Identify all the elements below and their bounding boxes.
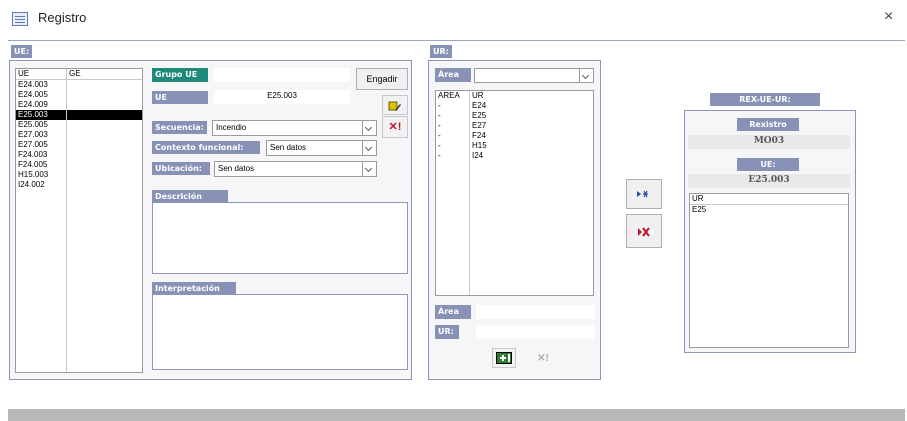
ur-list[interactable]: AREA UR - E24 - E25 - E27 - F24 - H15 - I24 <box>435 90 594 296</box>
grupo-ue-label: Grupo UE <box>152 68 208 82</box>
ue-list-row[interactable]: H15.003 <box>16 170 142 180</box>
secuencia-combo[interactable]: Incendio <box>212 120 377 136</box>
ue-list-row-selected[interactable]: E25.003 <box>16 110 142 120</box>
secuencia-label: Secuencia: <box>152 121 207 134</box>
ue-list-row[interactable]: E24.003 <box>16 80 142 90</box>
ur-list-header: AREA UR <box>436 91 593 101</box>
ue-list-row[interactable]: E27.005 <box>16 140 142 150</box>
ubicacion-label: Ubicación: <box>152 162 210 175</box>
ur-row-ur: E27 <box>472 121 487 130</box>
delete-ue-button[interactable]: ✕! <box>382 116 408 138</box>
ur-col-header: UR <box>472 91 484 100</box>
engadir-button[interactable]: Engadir <box>356 68 408 90</box>
ur-header: UR: <box>430 45 452 58</box>
delete-icon-disabled: ✕! <box>537 353 549 364</box>
remove-link-button[interactable] <box>626 214 662 248</box>
ur-area-combo[interactable] <box>474 68 594 83</box>
ur-bottom-area-field[interactable] <box>476 305 594 319</box>
title-bar <box>0 0 907 40</box>
descricion-textarea[interactable] <box>152 202 408 274</box>
rex-ur-col-header: UR <box>690 194 848 205</box>
add-icon <box>496 352 512 364</box>
title-divider <box>8 40 905 41</box>
secuencia-value: Incendio <box>216 123 247 132</box>
ue-list[interactable]: UE GE E24.003 E24.005 E24.009 E25.003 E2… <box>15 68 143 373</box>
area-col-header: AREA <box>438 91 460 100</box>
chevron-down-icon[interactable] <box>362 162 376 176</box>
ur-row-ur: E25 <box>472 111 487 120</box>
ur-row-ur: E24 <box>472 101 487 110</box>
ur-list-row[interactable]: - I24 <box>436 151 593 161</box>
ur-row-area: - <box>438 141 441 150</box>
ubicacion-value: Sen datos <box>218 164 255 173</box>
ue-header: UE: <box>11 45 33 58</box>
ur-row-area: - <box>438 101 441 110</box>
ubicacion-combo[interactable]: Sen datos <box>214 161 377 177</box>
contexto-funcional-value: Sen datos <box>270 143 307 152</box>
chevron-down-icon[interactable] <box>362 141 376 155</box>
add-ur-button[interactable] <box>492 348 516 368</box>
ue-list-row[interactable]: F24.003 <box>16 150 142 160</box>
ue-list-header: UE GE <box>16 69 142 80</box>
ue-list-row[interactable]: E24.009 <box>16 100 142 110</box>
contexto-funcional-label: Contexto funcional: <box>152 141 260 154</box>
ue-field-label: UE <box>152 91 208 104</box>
ur-row-ur: I24 <box>472 151 484 160</box>
ur-row-area: - <box>438 121 441 130</box>
rex-ur-list[interactable]: UR E25 <box>689 193 849 348</box>
delete-record-icon <box>638 227 650 237</box>
ue-list-row[interactable]: E24.005 <box>16 90 142 100</box>
ue-list-row[interactable]: E27.003 <box>16 130 142 140</box>
ur-list-row[interactable]: - F24 <box>436 131 593 141</box>
delete-ur-button[interactable]: ✕! <box>532 350 554 368</box>
ur-row-area: - <box>438 151 441 160</box>
edit-button[interactable] <box>382 95 408 115</box>
contexto-funcional-combo[interactable]: Sen datos <box>266 140 377 156</box>
chevron-down-icon[interactable] <box>579 69 593 82</box>
ur-row-area: - <box>438 131 441 140</box>
delete-icon: ✕! <box>388 121 402 133</box>
ur-list-row[interactable]: - E25 <box>436 111 593 121</box>
window-title: Registro <box>38 10 87 25</box>
ue-list-row[interactable]: E25.005 <box>16 120 142 130</box>
rex-ur-list-row[interactable]: E25 <box>690 205 848 215</box>
rexistro-label: Rexistro <box>737 118 799 131</box>
transfer-button[interactable] <box>626 179 662 209</box>
ue-col-header: UE <box>18 69 30 78</box>
ur-list-row[interactable]: - H15 <box>436 141 593 151</box>
rex-ue-label: UE: <box>737 158 799 171</box>
ur-bottom-ur-label: UR: <box>435 325 459 339</box>
ur-bottom-area-label: Área <box>435 305 471 319</box>
rexistro-value: MO03 <box>688 135 850 149</box>
ue-list-column-separator <box>66 69 67 372</box>
rex-ue-value: E25.003 <box>688 174 850 188</box>
ur-list-row[interactable]: - E27 <box>436 121 593 131</box>
ur-row-area: - <box>438 111 441 120</box>
ge-col-header: GE <box>69 69 81 78</box>
ur-bottom-ur-field[interactable] <box>476 325 594 339</box>
ur-row-ur: F24 <box>472 131 486 140</box>
ue-list-row[interactable]: F24.005 <box>16 160 142 170</box>
bottom-bar <box>8 409 905 421</box>
play-asterisk-icon <box>637 190 648 198</box>
ur-row-ur: H15 <box>472 141 487 150</box>
rex-ue-ur-header: REX-UE-UR: <box>710 93 820 106</box>
ue-field[interactable]: E25.003 <box>214 90 350 104</box>
close-icon[interactable]: × <box>884 8 893 26</box>
ue-list-row[interactable]: I24.002 <box>16 180 142 190</box>
form-icon <box>12 12 28 26</box>
ur-area-label: Área <box>435 68 471 82</box>
chevron-down-icon[interactable] <box>362 121 376 135</box>
ur-list-row[interactable]: - E24 <box>436 101 593 111</box>
edit-icon <box>388 101 401 111</box>
grupo-ue-field[interactable] <box>214 68 350 82</box>
interpretacion-textarea[interactable] <box>152 294 408 370</box>
